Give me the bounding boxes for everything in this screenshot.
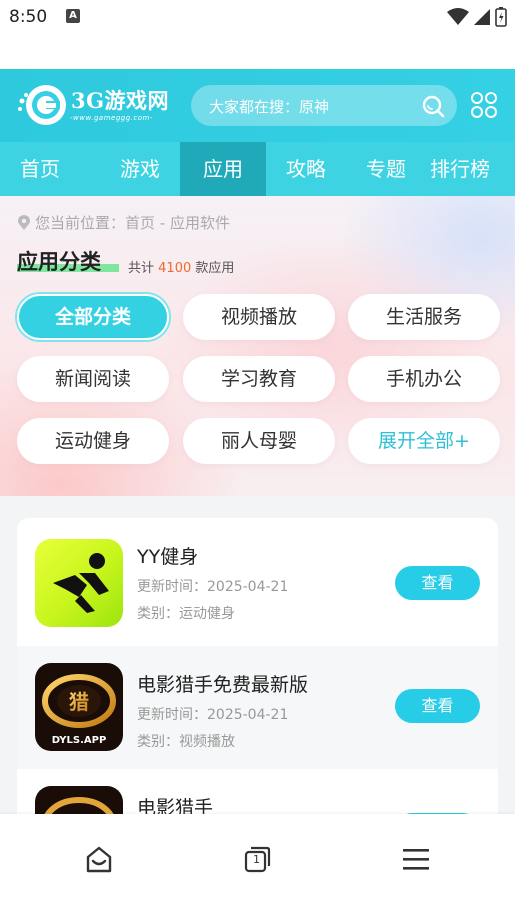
status-time: 8:50	[9, 7, 48, 27]
tabs-button[interactable]: 1	[243, 844, 273, 874]
chip-all[interactable]: 全部分类	[17, 294, 169, 340]
app-name[interactable]: 电影猎手免费最新版	[137, 670, 308, 697]
app-update-time: 更新时间：2025-04-21	[137, 579, 289, 595]
app-icon-yy-fitness[interactable]	[35, 539, 123, 627]
app-category: 类别：运动健身	[137, 606, 235, 622]
logo-url: -www.gameggg.com-	[70, 114, 153, 122]
logo-text: 3G游戏网	[71, 88, 170, 113]
nav-item-guides[interactable]: 攻略	[266, 142, 346, 196]
nav-item-topics[interactable]: 专题	[346, 142, 426, 196]
notification-icon: A	[66, 9, 80, 23]
list-item[interactable]: 猎 DYLS.APP 电影猎手免费最新版 更新时间：2025-04-21 类别：…	[17, 646, 498, 769]
movie-hunter-logo-icon: 猎 DYLS.APP	[42, 674, 116, 746]
breadcrumb: 您当前位置：首页 - 应用软件	[17, 212, 230, 233]
category-count: 共计 4100 款应用	[128, 257, 234, 276]
breadcrumb-text: 您当前位置：首页 - 应用软件	[35, 214, 230, 232]
status-bar: 8:50 A	[0, 0, 515, 34]
count-prefix: 共计	[128, 261, 155, 276]
site-logo[interactable]: 3G游戏网 -www.gameggg.com-	[16, 81, 178, 129]
nav-item-apps[interactable]: 应用	[180, 142, 266, 196]
app-category: 类别：视频播放	[137, 734, 235, 750]
icon-glyph: 猎	[69, 690, 89, 714]
category-heading: 应用分类	[17, 246, 119, 276]
app-list: YY健身 更新时间：2025-04-21 类别：运动健身 查看 猎 DYLS.A…	[17, 518, 498, 818]
wifi-icon	[447, 8, 469, 25]
app-screen: 8:50 A 3G游戏网 -www.gameggg.com- 大家都在搜：原神 …	[0, 0, 515, 917]
chip-life[interactable]: 生活服务	[348, 294, 500, 340]
tab-count: 1	[253, 853, 260, 866]
site-header: 3G游戏网 -www.gameggg.com- 大家都在搜：原神	[0, 69, 515, 142]
signal-icon	[474, 9, 490, 25]
app-update-time: 更新时间：2025-04-21	[137, 707, 289, 723]
app-icon-movie-hunter[interactable]: 猎 DYLS.APP	[35, 663, 123, 751]
chip-expand-all[interactable]: 展开全部+	[348, 418, 500, 464]
search-box[interactable]: 大家都在搜：原神	[191, 85, 457, 126]
nav-item-rankings[interactable]: 排行榜	[426, 142, 506, 196]
category-panel: 您当前位置：首页 - 应用软件 应用分类 共计 4100 款应用 全部分类 视频…	[0, 196, 515, 496]
chip-sports[interactable]: 运动健身	[17, 418, 169, 464]
nav-item-games[interactable]: 游戏	[100, 142, 180, 196]
chip-news[interactable]: 新闻阅读	[17, 356, 169, 402]
chip-office[interactable]: 手机办公	[348, 356, 500, 402]
menu-icon[interactable]	[401, 844, 431, 874]
menu-grid-icon[interactable]	[470, 91, 498, 119]
category-title: 应用分类	[17, 250, 101, 274]
search-icon[interactable]	[421, 94, 445, 118]
count-suffix: 款应用	[195, 261, 235, 276]
list-item[interactable]: 电影猎手	[17, 769, 498, 818]
status-icons	[447, 7, 507, 27]
app-name[interactable]: YY健身	[137, 542, 198, 569]
home-icon[interactable]	[84, 844, 114, 874]
list-item[interactable]: YY健身 更新时间：2025-04-21 类别：运动健身 查看	[17, 518, 498, 641]
count-number: 4100	[158, 261, 192, 276]
main-nav: 首页 游戏 应用 攻略 专题 排行榜	[0, 142, 515, 196]
icon-caption: DYLS.APP	[52, 735, 107, 746]
bottom-bar: 1	[0, 814, 515, 917]
chip-mother-baby[interactable]: 丽人母婴	[183, 418, 335, 464]
view-button[interactable]: 查看	[395, 566, 480, 600]
battery-icon	[495, 7, 507, 27]
chip-education[interactable]: 学习教育	[183, 356, 335, 402]
view-button[interactable]: 查看	[395, 689, 480, 723]
runner-icon	[53, 553, 109, 613]
chip-video[interactable]: 视频播放	[183, 294, 335, 340]
nav-item-home[interactable]: 首页	[0, 142, 100, 196]
logo-mark-icon	[18, 85, 66, 125]
search-placeholder: 大家都在搜：原神	[209, 98, 330, 116]
location-pin-icon	[18, 214, 30, 230]
